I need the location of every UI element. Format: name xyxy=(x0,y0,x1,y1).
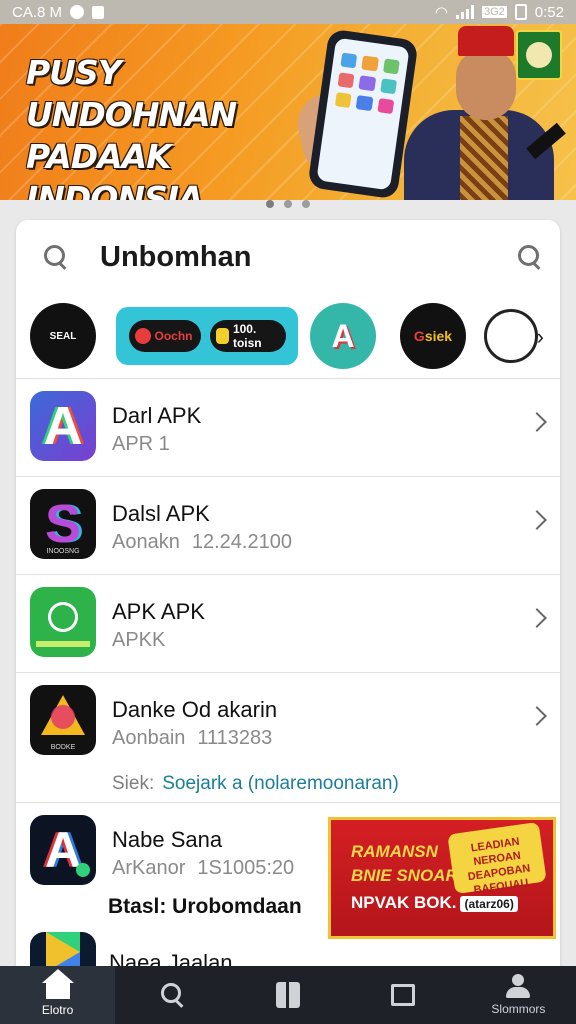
home-icon xyxy=(41,969,74,999)
chip-square-icon xyxy=(215,328,229,344)
category-chip-logo[interactable]: SEAL xyxy=(30,303,96,369)
app-icon-s: S INOOSNG xyxy=(30,489,96,559)
app-list-card: Unbomhan SEAL Oochn 100. toisn A Gsiek ›… xyxy=(16,220,560,1000)
search-icon xyxy=(160,983,185,1007)
app-subtitle: APKK xyxy=(112,629,166,651)
carousel-dot[interactable] xyxy=(266,200,274,208)
category-chip-label: A xyxy=(331,317,355,354)
app-icon-caption: BODKE xyxy=(50,744,76,751)
ad-banner[interactable]: LEADIAN NEROAN DEAPOBAN BAFOUAU RAMANSN … xyxy=(328,817,556,939)
app-list-item[interactable]: A Darl APK APR 1 xyxy=(16,378,560,476)
app-icon-d: BODKE xyxy=(30,685,96,755)
search-icon[interactable] xyxy=(42,243,70,271)
category-chips: SEAL Oochn 100. toisn A Gsiek › xyxy=(16,294,560,378)
status-time-left: CA.8 M xyxy=(12,3,63,21)
profile-icon xyxy=(505,974,531,998)
ad-badge: LEADIAN NEROAN DEAPOBAN BAFOUAU xyxy=(447,821,547,896)
app-meta-value: 1S1005:20 xyxy=(197,857,295,879)
search-query[interactable]: Unbomhan xyxy=(100,241,516,274)
category-chip-a[interactable]: A xyxy=(310,303,376,369)
category-chip-more[interactable] xyxy=(484,309,538,363)
carousel-dot[interactable] xyxy=(284,200,292,208)
banner-headline-line1: PUSY UNDOHNAN xyxy=(26,53,237,134)
app-list-item[interactable]: BODKE Danke Od akarin Aonbain 1113283 Sie… xyxy=(16,672,560,802)
network-label: 3G2 xyxy=(482,6,507,18)
app-extra-label: Siek: xyxy=(112,773,155,794)
battery-icon xyxy=(514,4,527,20)
banner-badge-logo xyxy=(516,30,562,80)
app-icon-a: A xyxy=(30,391,96,461)
app-name: Danke Od akarin xyxy=(112,697,278,722)
carousel-indicator xyxy=(0,200,576,208)
ad-tag-text: (atarz06) xyxy=(460,895,518,912)
chevron-right-icon xyxy=(527,510,547,530)
category-chip-group[interactable]: Oochn 100. toisn xyxy=(116,307,298,365)
chip-dot-icon xyxy=(134,328,151,344)
app-subtitle: Aonbain xyxy=(112,727,186,749)
app-icon-caption: INOOSNG xyxy=(46,548,80,555)
nav-profile[interactable]: Slommors xyxy=(461,966,576,1024)
status-bar: CA.8 M ◠ 3G2 0:52 xyxy=(0,0,576,24)
nav-home[interactable]: Elotro xyxy=(0,966,116,1024)
category-chip-gsiek[interactable]: Gsiek xyxy=(400,303,466,369)
category-chip-label: Gsiek xyxy=(413,328,453,344)
app-name: APK APK xyxy=(112,599,205,624)
promo-banner[interactable]: PUSY UNDOHNAN PADAAK INDONSIA xyxy=(0,24,576,200)
app-extra-link[interactable]: Soejark a (nolaremoonaran) xyxy=(162,773,399,794)
chevron-right-icon xyxy=(527,608,547,628)
nav-label: Slommors xyxy=(491,1002,546,1016)
notification-icon xyxy=(70,5,85,19)
nav-library[interactable] xyxy=(346,966,461,1024)
bottom-navigation: Elotro Slommors xyxy=(0,966,576,1024)
app-icon-n: A xyxy=(30,815,96,885)
app-name: Darl APK xyxy=(112,403,202,428)
category-chip-label: Oochn xyxy=(154,329,193,343)
app-name: Dalsl APK xyxy=(112,501,210,526)
app-subtitle: Aonakn xyxy=(112,531,180,553)
chevron-right-icon xyxy=(527,412,547,432)
app-highlight-text: Btasl: Urobomdaan xyxy=(108,895,302,918)
chevron-right-icon xyxy=(527,706,547,726)
search-icon[interactable] xyxy=(516,243,544,271)
category-chip-toisn[interactable]: 100. toisn xyxy=(209,320,286,352)
nav-search[interactable] xyxy=(115,966,230,1024)
app-meta-value: 1113283 xyxy=(197,727,273,749)
app-subtitle: ArKanor xyxy=(112,857,186,879)
wifi-icon: ◠ xyxy=(434,4,448,21)
app-list-item[interactable]: APK APK APKK xyxy=(16,574,560,672)
category-chip-label: SEAL xyxy=(49,330,77,342)
banner-headline-line2: PADAAK INDONSIA xyxy=(26,137,204,200)
chevron-right-icon[interactable]: › xyxy=(537,324,544,350)
app-list-item[interactable]: S INOOSNG Dalsl APK Aonakn 12.24.2100 xyxy=(16,476,560,574)
app-meta-value: 12.24.2100 xyxy=(191,531,292,553)
app-notification-icon xyxy=(92,5,105,19)
signal-icon xyxy=(456,5,474,19)
ad-line3: NPVAK BOK. xyxy=(351,892,457,912)
app-icon-green xyxy=(30,587,96,657)
nav-label: Elotro xyxy=(41,1003,74,1017)
category-chip-oochn[interactable]: Oochn xyxy=(128,320,201,352)
search-bar[interactable]: Unbomhan xyxy=(16,220,560,294)
banner-headline: PUSY UNDOHNAN PADAAK INDONSIA xyxy=(26,52,326,200)
box-icon xyxy=(276,982,300,1008)
app-name: Nabe Sana xyxy=(112,827,223,852)
status-time-right: 0:52 xyxy=(534,3,564,21)
category-chip-label: 100. toisn xyxy=(232,322,262,350)
app-list-item[interactable]: A Nabe Sana ArKanor 1S1005:20 Btasl: Urob… xyxy=(16,802,560,942)
app-subtitle: APR 1 xyxy=(112,433,170,455)
square-icon xyxy=(391,984,416,1006)
carousel-dot[interactable] xyxy=(302,200,310,208)
nav-apps[interactable] xyxy=(230,966,345,1024)
